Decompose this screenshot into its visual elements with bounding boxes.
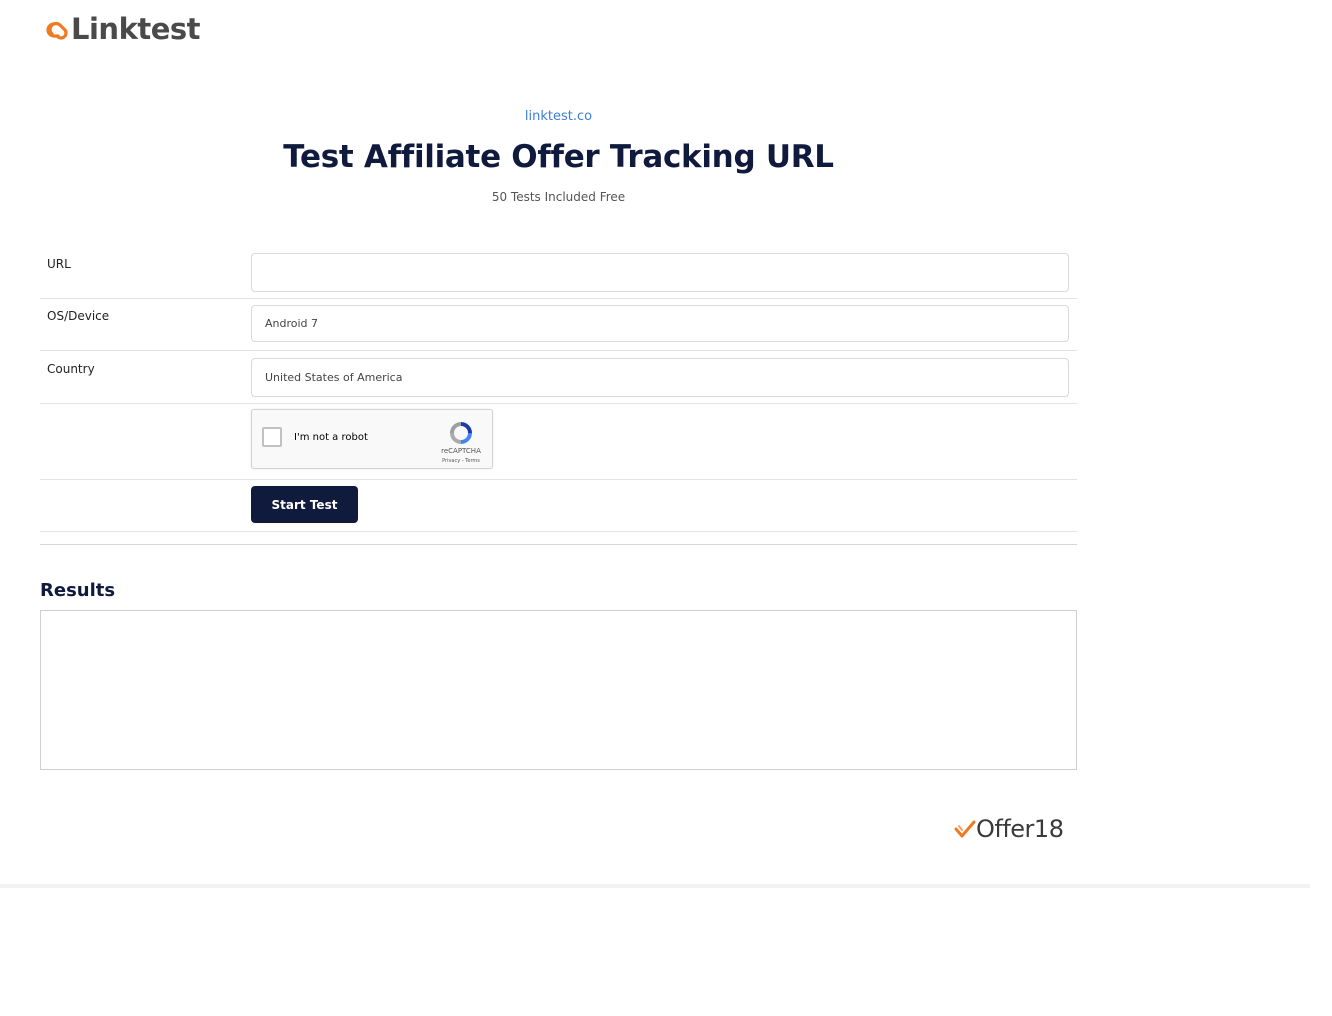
recaptcha-links[interactable]: Privacy - Terms (436, 458, 486, 464)
captcha-row: I'm not a robot reCAPTCHA Privacy - Term… (40, 403, 1077, 480)
offer18-logo[interactable]: Offer18 (954, 815, 1064, 843)
logo-text: Linktest (71, 12, 201, 46)
chain-link-icon (46, 21, 68, 40)
country-row: Country United States of America (40, 350, 1077, 404)
submit-row: Start Test (40, 479, 1077, 532)
recaptcha-icon (450, 422, 472, 444)
offer18-logo-text: Offer18 (976, 815, 1064, 843)
recaptcha-brand: reCAPTCHA (441, 447, 481, 455)
os-device-select[interactable]: Android 7 (251, 305, 1069, 342)
recaptcha-widget: I'm not a robot reCAPTCHA Privacy - Term… (251, 409, 493, 469)
section-divider (40, 544, 1077, 545)
results-heading: Results (40, 580, 116, 601)
os-device-row: OS/Device Android 7 (40, 298, 1077, 351)
country-label: Country (47, 362, 95, 376)
url-input[interactable] (251, 253, 1069, 292)
recaptcha-checkbox[interactable] (262, 427, 282, 447)
page-title: Test Affiliate Offer Tracking URL (283, 139, 834, 175)
recaptcha-label: I'm not a robot (294, 432, 368, 443)
footer-separator (0, 884, 1310, 888)
country-select[interactable]: United States of America (251, 358, 1069, 397)
site-link[interactable]: linktest.co (0, 109, 1117, 124)
url-row: URL (40, 245, 1077, 299)
checkmark-icon (954, 820, 976, 838)
results-panel (40, 610, 1077, 770)
os-device-label: OS/Device (47, 309, 110, 323)
page-subtitle: 50 Tests Included Free (491, 190, 626, 204)
start-test-button[interactable]: Start Test (251, 486, 358, 523)
linktest-logo[interactable]: Linktest (41, 12, 201, 46)
url-label: URL (47, 257, 71, 271)
